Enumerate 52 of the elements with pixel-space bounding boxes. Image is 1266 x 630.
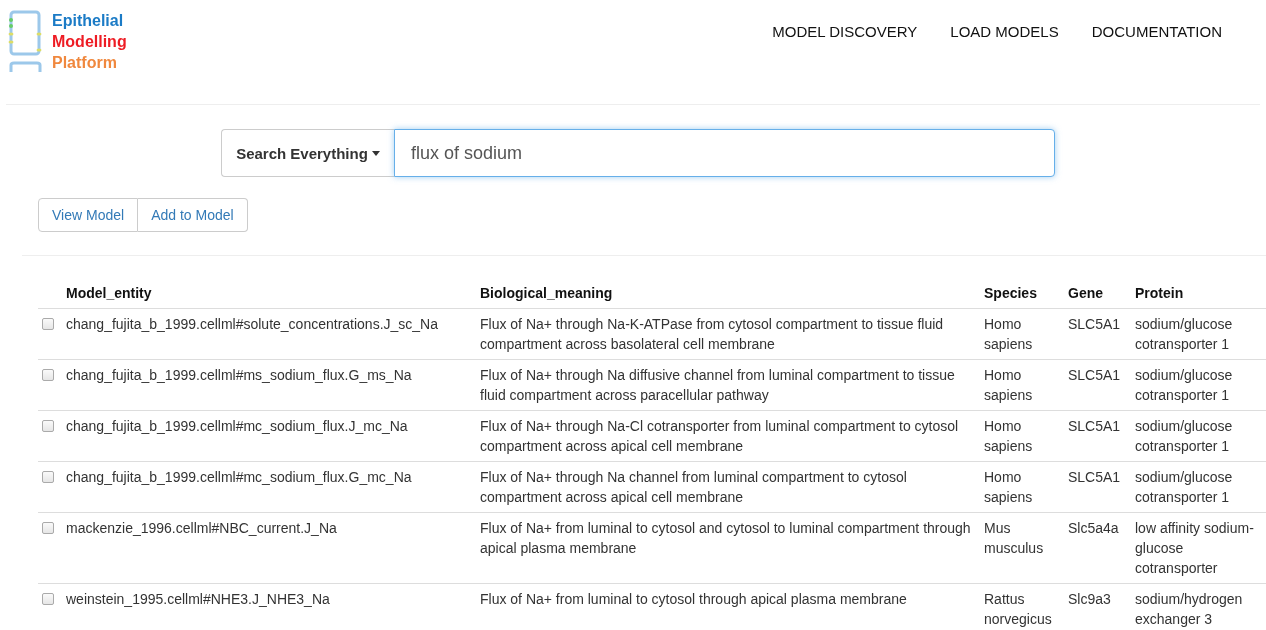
table-cell: mackenzie_1996.cellml#NBC_current.J_Na [66,520,337,536]
table-cell: Homo sapiens [984,316,1033,352]
table-cell: sodium/glucose cotransporter 1 [1135,418,1233,454]
table-cell: sodium/glucose cotransporter 1 [1135,367,1233,403]
table-cell: weinstein_1995.cellml#NHE3.J_NHE3_Na [66,591,330,607]
row-checkbox[interactable] [42,471,54,483]
column-header: Biological_meaning [480,285,613,301]
row-checkbox[interactable] [42,318,54,330]
table-cell: sodium/glucose cotransporter 1 [1135,316,1233,352]
action-button[interactable]: Add to Model [138,198,248,232]
caret-icon [371,150,380,156]
row-checkbox[interactable] [42,369,54,381]
table-cell: Flux of Na+ through Na diffusive channel from luminal compartment to tissue fluid compartment across paracellular pathway [480,367,955,403]
table-cell: chang_fujita_b_1999.cellml#mc_sodium_flux.G_mc_Na [66,469,412,485]
column-header: Model_entity [66,285,152,301]
table-cell: low affinity sodium-glucose cotransporter [1135,520,1254,576]
table-cell: chang_fujita_b_1999.cellml#ms_sodium_flux.G_ms_Na [66,367,412,383]
table-cell: Flux of Na+ through Na-Cl cotransporter from luminal compartment to cytosol compartment across apical cell membrane [480,418,959,454]
table-cell: Rattus norvegicus [984,591,1052,627]
action-button[interactable]: View Model [38,198,139,232]
table-cell: Flux of Na+ from luminal to cytosol and cytosol to luminal compartment through apical plasma membrane [480,520,971,556]
table-cell: SLC5A1 [1068,316,1121,332]
table-cell: chang_fujita_b_1999.cellml#mc_sodium_flux.J_mc_Na [66,418,408,434]
row-checkbox[interactable] [42,593,54,605]
table-cell: Flux of Na+ from luminal to cytosol through apical plasma membrane [480,591,907,607]
table-cell: Flux of Na+ through Na-K-ATPase from cytosol compartment to tissue fluid compartment across basolateral cell membrane [480,316,944,352]
nav-link[interactable]: LOAD MODELS [950,23,1059,41]
column-header: Species [984,285,1037,301]
search-scope-dropdown[interactable]: Search Everything [221,129,394,177]
table-cell: SLC5A1 [1068,469,1121,485]
logo-text-line: Epithelial [52,11,125,31]
table-cell: SLC5A1 [1068,367,1121,383]
logo-text-line: Modelling [52,32,127,52]
table-cell: chang_fujita_b_1999.cellml#solute_concentrations.J_sc_Na [66,316,439,332]
table-cell: Slc9a3 [1068,591,1111,607]
table-cell: Slc5a4a [1068,520,1119,536]
column-header: Protein [1135,285,1184,301]
table-cell: Flux of Na+ through Na channel from luminal compartment to cytosol compartment across apical cell membrane [480,469,907,505]
table-cell: sodium/glucose cotransporter 1 [1135,469,1233,505]
nav-link[interactable]: DOCUMENTATION [1091,23,1222,41]
table-cell: sodium/hydrogen exchanger 3 [1135,591,1243,627]
logo-text-line: Platform [52,53,118,73]
nav-link[interactable]: MODEL DISCOVERY [772,23,918,41]
table-cell: Homo sapiens [984,418,1033,454]
table-cell: SLC5A1 [1068,418,1121,434]
table-cell: Homo sapiens [984,469,1033,505]
row-checkbox[interactable] [42,420,54,432]
column-header: Gene [1068,285,1103,301]
search-field[interactable]: flux of sodium [394,129,1055,177]
table-cell: Homo sapiens [984,367,1033,403]
table-cell: Mus musculus [984,520,1044,556]
row-checkbox[interactable] [42,522,54,534]
